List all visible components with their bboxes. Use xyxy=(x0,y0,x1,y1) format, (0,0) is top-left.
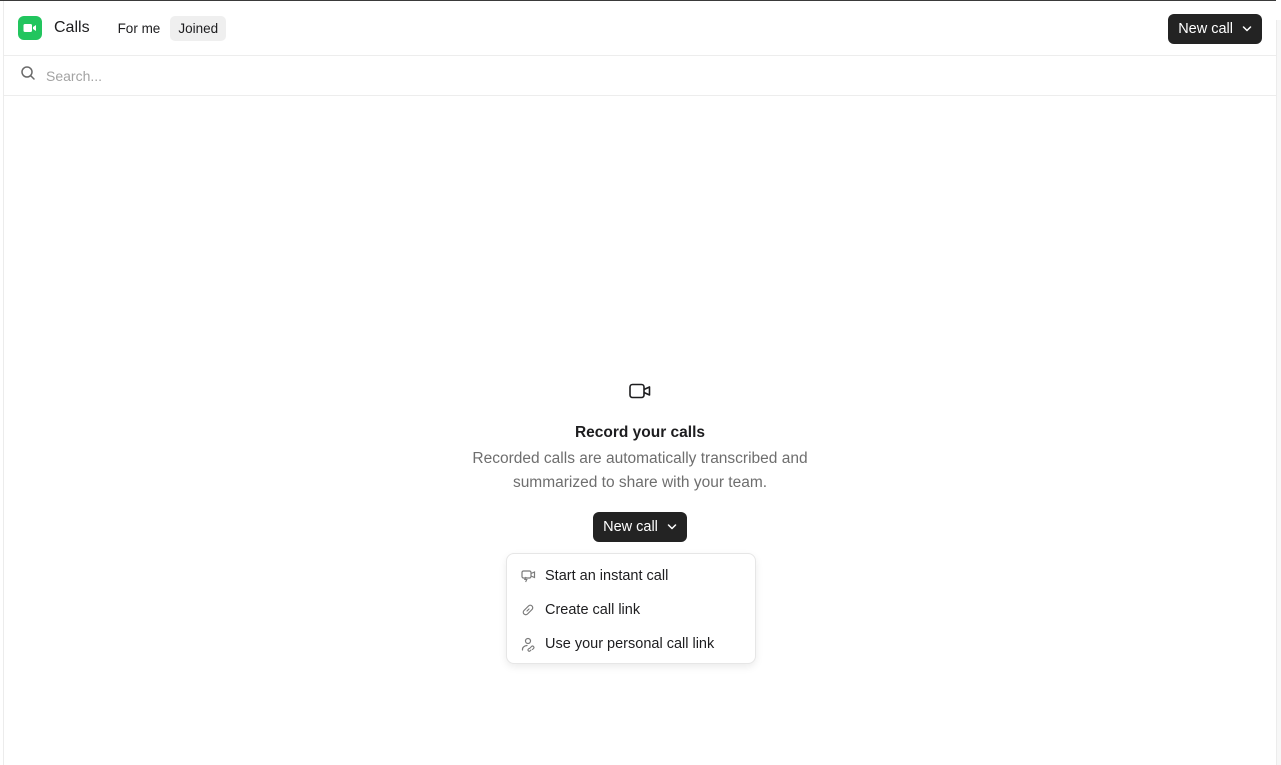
menu-item-label: Create call link xyxy=(545,602,641,618)
empty-state-description: Recorded calls are automatically transcr… xyxy=(472,450,808,491)
menu-item-start-instant-call[interactable]: Start an instant call xyxy=(507,559,755,593)
search-input[interactable] xyxy=(46,67,646,84)
empty-state: Record your calls Recorded calls are aut… xyxy=(4,379,1276,542)
menu-item-label: Use your personal call link xyxy=(545,636,715,652)
page-title: Calls xyxy=(54,19,90,36)
view-tabs: For me Joined xyxy=(110,15,227,41)
instant-call-icon xyxy=(520,568,536,584)
new-call-label: New call xyxy=(603,519,658,535)
new-call-label: New call xyxy=(1178,21,1233,37)
video-camera-icon xyxy=(23,24,36,32)
search-bar xyxy=(4,56,1276,96)
new-call-dropdown-menu: Start an instant call Create call link U… xyxy=(506,553,756,664)
tab-for-me[interactable]: For me xyxy=(110,16,169,41)
empty-state-title: Record your calls xyxy=(574,424,706,441)
search-icon xyxy=(20,65,36,86)
menu-item-use-personal-call-link[interactable]: Use your personal call link xyxy=(507,627,755,661)
video-camera-icon xyxy=(629,379,651,403)
personal-link-icon xyxy=(520,636,536,652)
tab-joined[interactable]: Joined xyxy=(170,15,227,41)
link-icon xyxy=(520,602,536,618)
scrollbar-track[interactable] xyxy=(1276,20,1281,765)
chevron-down-icon xyxy=(1242,26,1252,32)
menu-item-create-call-link[interactable]: Create call link xyxy=(507,593,755,627)
header: Calls For me Joined New call xyxy=(4,1,1276,56)
app-logo xyxy=(18,16,42,40)
new-call-button[interactable]: New call xyxy=(1168,14,1262,44)
new-call-button-center[interactable]: New call xyxy=(593,512,687,542)
chevron-down-icon xyxy=(667,524,677,530)
menu-item-label: Start an instant call xyxy=(545,568,669,584)
